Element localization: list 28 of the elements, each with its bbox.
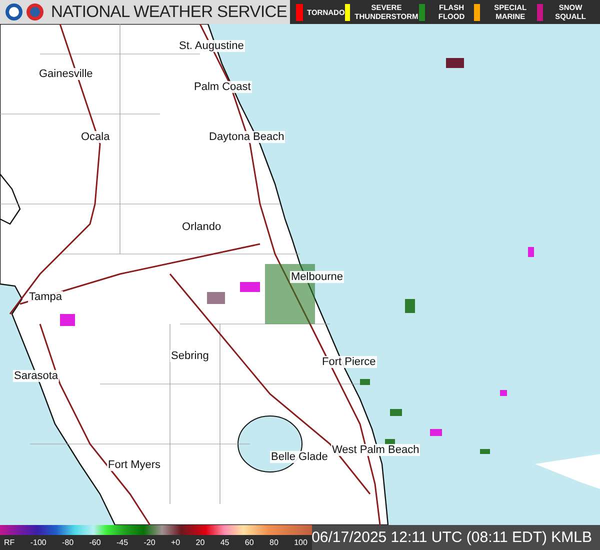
city-label: West Palm Beach bbox=[331, 444, 420, 456]
agency-title: NATIONAL WEATHER SERVICE bbox=[51, 2, 288, 22]
scale-tick: -45 bbox=[116, 538, 128, 547]
city-label: St. Augustine bbox=[178, 40, 245, 52]
city-label: Sebring bbox=[170, 350, 210, 362]
city-label: Gainesville bbox=[38, 68, 94, 80]
scale-tick: -100 bbox=[30, 538, 46, 547]
city-label: Palm Coast bbox=[193, 81, 252, 93]
city-label: Fort Pierce bbox=[321, 356, 377, 368]
scale-tick: -20 bbox=[144, 538, 156, 547]
city-label: Sarasota bbox=[13, 370, 60, 382]
city-label: Melbourne bbox=[290, 271, 344, 283]
city-label: Tampa bbox=[28, 291, 64, 303]
scale-tick: -80 bbox=[62, 538, 74, 547]
scale-tick: 20 bbox=[196, 538, 205, 547]
scale-unit: RF bbox=[4, 538, 15, 547]
scale-tick: 45 bbox=[220, 538, 230, 547]
city-label: Ocala bbox=[80, 131, 111, 143]
city-label: Orlando bbox=[181, 221, 222, 233]
scale-tick: 100 bbox=[294, 538, 308, 547]
timestamp-label: 06/17/2025 12:11 UTC (08:11 EDT) KMLB bbox=[312, 525, 600, 550]
scale-tick: +0 bbox=[170, 538, 180, 547]
city-label: Daytona Beach bbox=[208, 131, 286, 143]
scale-tick: -60 bbox=[89, 538, 101, 547]
scale-tick: 60 bbox=[244, 538, 254, 547]
city-label: Fort Myers bbox=[107, 459, 162, 471]
scale-tick: 80 bbox=[270, 538, 278, 547]
city-label: Belle Glade bbox=[270, 451, 329, 463]
